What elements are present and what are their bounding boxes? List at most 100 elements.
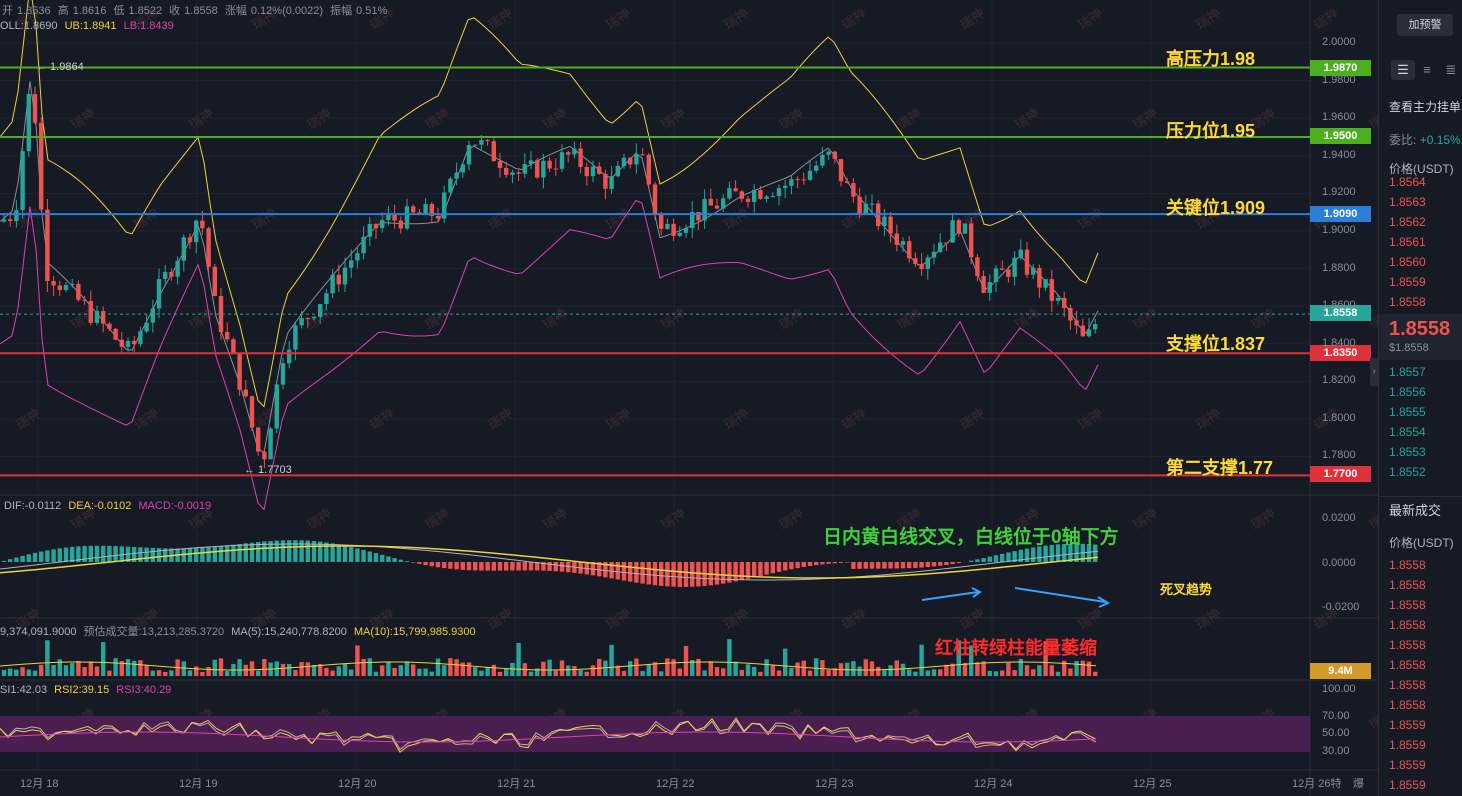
candle-body [1049, 279, 1054, 301]
volume-bar [305, 662, 310, 676]
volume-bar [776, 670, 782, 676]
macd-tick: 0.0000 [1322, 557, 1356, 569]
volume-bar [590, 665, 596, 676]
macd-bar [57, 548, 62, 562]
volume-bar [101, 642, 106, 676]
trade-row[interactable]: 1.8558 [1389, 555, 1459, 575]
volume-bar [528, 671, 534, 676]
bid-row[interactable]: 1.8552 [1389, 462, 1459, 482]
candle-body [14, 210, 19, 221]
macd-bar [107, 545, 112, 562]
trade-row[interactable]: 1.8559 [1389, 715, 1459, 735]
ask-row[interactable]: 1.8561 [1389, 232, 1459, 252]
candle-body [466, 145, 472, 165]
candle-body [150, 308, 155, 323]
collapse-sidebar-handle[interactable]: › [1370, 358, 1378, 386]
candle-body [838, 159, 844, 182]
trade-row[interactable]: 1.8558 [1389, 635, 1459, 655]
watermark-text: 瑞神 [1248, 505, 1278, 532]
candle-body [1000, 268, 1005, 270]
volume-bar [857, 666, 862, 676]
bid-row[interactable]: 1.8555 [1389, 402, 1459, 422]
trade-row[interactable]: 1.8558 [1389, 695, 1459, 715]
date-tick: 12月 22 [656, 778, 695, 790]
macd-dea: DEA:-0.0102 [68, 500, 132, 512]
trade-row[interactable]: 1.8558 [1389, 595, 1459, 615]
volume-bar [194, 666, 199, 676]
asks-view-icon[interactable]: ≣ [1439, 60, 1462, 80]
watermark-text: 瑞神 [1193, 405, 1223, 432]
volume-bar [640, 671, 645, 676]
macd-bar [665, 562, 670, 587]
candle-body [367, 223, 372, 237]
candle-body [510, 172, 515, 175]
macd-bar [32, 552, 38, 562]
candle-body [460, 164, 465, 173]
main-orders-link[interactable]: 查看主力挂单 [1389, 98, 1461, 115]
candle-body [336, 274, 341, 285]
macd-bar [392, 558, 397, 562]
volume-bar [380, 665, 385, 676]
candle-body [355, 253, 360, 261]
candle-body [212, 266, 217, 297]
candle-body [256, 427, 261, 452]
macd-bar [975, 559, 980, 562]
macd-bar [807, 562, 813, 567]
ask-row[interactable]: 1.8562 [1389, 212, 1459, 232]
trade-row[interactable]: 1.8559 [1389, 755, 1459, 775]
ask-row[interactable]: 1.8558 [1389, 292, 1459, 312]
both-sides-view-icon[interactable]: ☰ [1391, 60, 1415, 80]
macd-bar [206, 547, 211, 562]
volume-bar [1049, 665, 1054, 676]
watermark-text: 瑞神 [1075, 405, 1105, 432]
volume-tag: 9.4M [1310, 663, 1371, 679]
candle-body [516, 172, 521, 174]
ask-row[interactable]: 1.8563 [1389, 192, 1459, 212]
watermark-text: 瑞神 [304, 505, 334, 532]
candle-body [801, 179, 806, 181]
trade-row[interactable]: 1.8558 [1389, 675, 1459, 695]
bids-view-icon[interactable]: ≡ [1415, 60, 1439, 80]
macd-bar [287, 540, 292, 562]
candle-body [138, 331, 143, 345]
macd-bar [894, 562, 899, 569]
add-alert-button[interactable]: 加预警 [1397, 14, 1453, 36]
macd-bar [838, 562, 844, 563]
volume-bar [851, 661, 856, 676]
ask-row[interactable]: 1.8564 [1389, 172, 1459, 192]
volume-bar [14, 669, 19, 676]
volume-bar [820, 660, 825, 676]
ask-row[interactable]: 1.8560 [1389, 252, 1459, 272]
volume-bar [752, 666, 757, 676]
price-tick: 1.9800 [1322, 74, 1356, 86]
bid-row[interactable]: 1.8557 [1389, 362, 1459, 382]
volume-bar [801, 660, 806, 676]
ask-row[interactable]: 1.8559 [1389, 272, 1459, 292]
candle-body [987, 282, 992, 293]
bid-row[interactable]: 1.8554 [1389, 422, 1459, 442]
trade-row[interactable]: 1.8559 [1389, 735, 1459, 755]
volume-bar [88, 661, 93, 676]
kline-chart[interactable]: 瑞神 瑞神 瑞神 瑞神 瑞神 瑞神 瑞神 瑞神 瑞神 瑞神 瑞神 瑞神 瑞神 瑞神 瑞神 瑞神 瑞神 瑞神 瑞神 瑞神… [0, 0, 1378, 796]
candle-body [677, 232, 682, 236]
volume-bar [411, 664, 416, 676]
rsi-tick: 50.00 [1322, 727, 1350, 739]
candle-body [8, 219, 13, 221]
trade-row[interactable]: 1.8559 [1389, 775, 1459, 795]
bid-row[interactable]: 1.8556 [1389, 382, 1459, 402]
candle-body [869, 203, 875, 205]
candle-body [925, 257, 930, 269]
trade-row[interactable]: 1.8558 [1389, 615, 1459, 635]
bid-row[interactable]: 1.8553 [1389, 442, 1459, 462]
volume-bar [504, 668, 509, 676]
trade-row[interactable]: 1.8558 [1389, 655, 1459, 675]
macd-bar [63, 547, 69, 562]
price-tick: 1.9600 [1322, 111, 1356, 123]
watermark-text: 瑞神 [1075, 205, 1105, 232]
volume-bar [94, 666, 100, 676]
macd-bar [789, 562, 794, 570]
macd-bar [212, 546, 217, 562]
trade-row[interactable]: 1.8558 [1389, 575, 1459, 595]
watermark-text: 瑞神 [776, 305, 806, 332]
volume-ma5: MA(5):15,240,778.8200 [231, 626, 347, 638]
